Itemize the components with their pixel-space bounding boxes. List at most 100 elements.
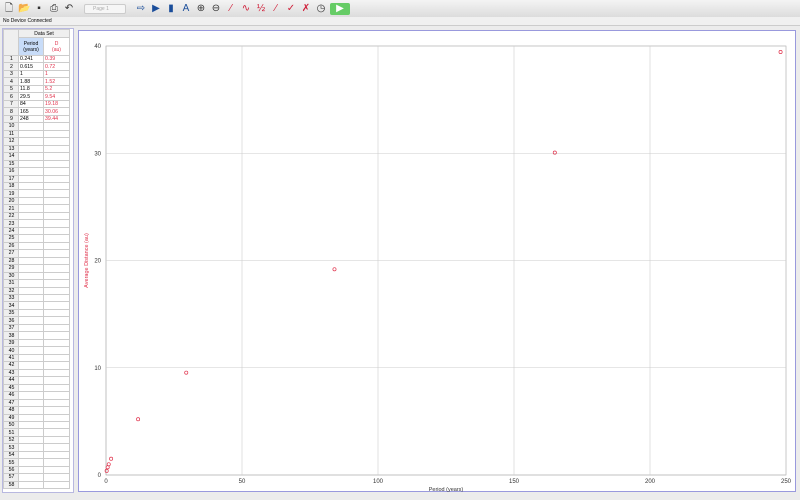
period-cell[interactable] [18,428,44,437]
distance-cell[interactable] [43,181,70,191]
period-cell[interactable] [18,249,44,258]
period-cell[interactable] [18,181,44,191]
period-cell[interactable]: 0.615 [18,62,44,71]
period-cell[interactable] [18,346,44,355]
distance-cell[interactable] [43,204,70,213]
distance-cell[interactable] [43,264,70,273]
collect-icon[interactable]: ▶ [330,2,350,15]
distance-cell[interactable] [43,420,70,430]
page-forward-icon[interactable]: ⇨ [135,3,147,15]
print-icon[interactable]: ⎙ [48,3,60,15]
distance-cell[interactable] [43,152,70,161]
distance-cell[interactable] [43,144,70,154]
distance-cell[interactable] [43,129,70,139]
distance-cell[interactable] [43,234,70,243]
distance-cell[interactable] [43,473,70,482]
distance-cell[interactable] [43,465,70,475]
distance-cell[interactable] [43,249,70,258]
period-cell[interactable] [18,383,44,393]
period-cell[interactable] [18,286,44,296]
curve-fit-icon[interactable]: ∿ [240,3,252,15]
distance-cell[interactable] [43,450,70,460]
distance-cell[interactable] [43,226,70,236]
distance-cell[interactable] [43,391,70,400]
period-cell[interactable] [18,368,44,378]
period-cell[interactable] [18,323,44,333]
period-cell[interactable] [18,144,44,154]
period-cell[interactable] [18,413,44,423]
period-cell[interactable] [18,204,44,213]
distance-cell[interactable] [43,428,70,437]
tangent-icon[interactable]: ⁄ [225,3,237,15]
new-file-icon[interactable]: 🗋 [3,3,15,15]
column-header-period[interactable]: Period (years) [18,37,44,56]
distance-cell[interactable] [43,159,70,169]
period-cell[interactable] [18,211,44,221]
distance-cell[interactable] [43,458,70,467]
period-cell[interactable] [18,435,44,445]
page-select[interactable]: Page 1 [84,3,126,14]
distance-cell[interactable] [43,279,70,288]
distance-cell[interactable] [43,196,70,206]
distance-cell[interactable] [43,480,70,490]
period-cell[interactable] [18,376,44,385]
distance-cell[interactable] [43,376,70,385]
open-folder-icon[interactable]: 📂 [18,3,30,15]
period-cell[interactable] [18,443,44,452]
period-cell[interactable] [18,264,44,273]
period-cell[interactable] [18,391,44,400]
distance-cell[interactable] [43,443,70,452]
distance-cell[interactable]: 0.72 [43,62,70,71]
period-cell[interactable]: 29.5 [18,92,44,101]
period-cell[interactable] [18,152,44,161]
distance-cell[interactable] [43,368,70,378]
distance-cell[interactable] [43,346,70,355]
slope-icon[interactable]: ∕ [270,3,282,15]
graph-pane[interactable]: 0 50 100 150 200 250 0 10 20 30 40 Period (years) Av… [78,30,796,493]
zoom-out-icon[interactable]: ⊖ [210,3,222,15]
period-cell[interactable] [18,234,44,243]
period-cell[interactable] [18,465,44,475]
distance-cell[interactable] [43,361,70,370]
period-cell[interactable]: 248 [18,114,44,124]
distance-cell[interactable] [43,256,70,266]
distance-cell[interactable] [43,166,70,176]
period-cell[interactable] [18,219,44,228]
distance-cell[interactable] [43,308,70,318]
period-cell[interactable] [18,405,44,415]
distance-cell[interactable] [43,286,70,296]
period-cell[interactable] [18,166,44,176]
distance-cell[interactable] [43,331,70,340]
distance-cell[interactable] [43,301,70,310]
period-cell[interactable] [18,473,44,482]
period-cell[interactable]: 165 [18,107,44,116]
period-cell[interactable] [18,450,44,460]
step-icon[interactable]: ▶ [150,3,162,15]
period-cell[interactable] [18,279,44,288]
period-cell[interactable] [18,159,44,169]
distance-cell[interactable] [43,241,70,251]
save-icon[interactable]: ▪ [33,3,45,15]
period-cell[interactable] [18,196,44,206]
period-cell[interactable] [18,353,44,363]
distance-cell[interactable] [43,211,70,221]
stopwatch-icon[interactable]: ◷ [315,3,327,15]
distance-cell[interactable]: 19.18 [43,99,70,109]
distance-cell[interactable]: 1.52 [43,77,70,86]
period-cell[interactable] [18,308,44,318]
distance-cell[interactable] [43,189,70,198]
distance-cell[interactable] [43,405,70,415]
period-cell[interactable] [18,137,44,146]
distance-cell[interactable] [43,316,70,325]
distance-cell[interactable]: 0.39 [43,54,70,64]
period-cell[interactable] [18,226,44,236]
linear-fit-icon[interactable]: ✓ [285,3,297,15]
distance-cell[interactable] [43,323,70,333]
distance-cell[interactable] [43,435,70,445]
period-cell[interactable] [18,458,44,467]
period-cell[interactable]: 84 [18,99,44,109]
autoscale-icon[interactable]: A [180,3,192,15]
period-cell[interactable] [18,301,44,310]
distance-cell[interactable] [43,293,70,303]
period-cell[interactable] [18,480,44,490]
